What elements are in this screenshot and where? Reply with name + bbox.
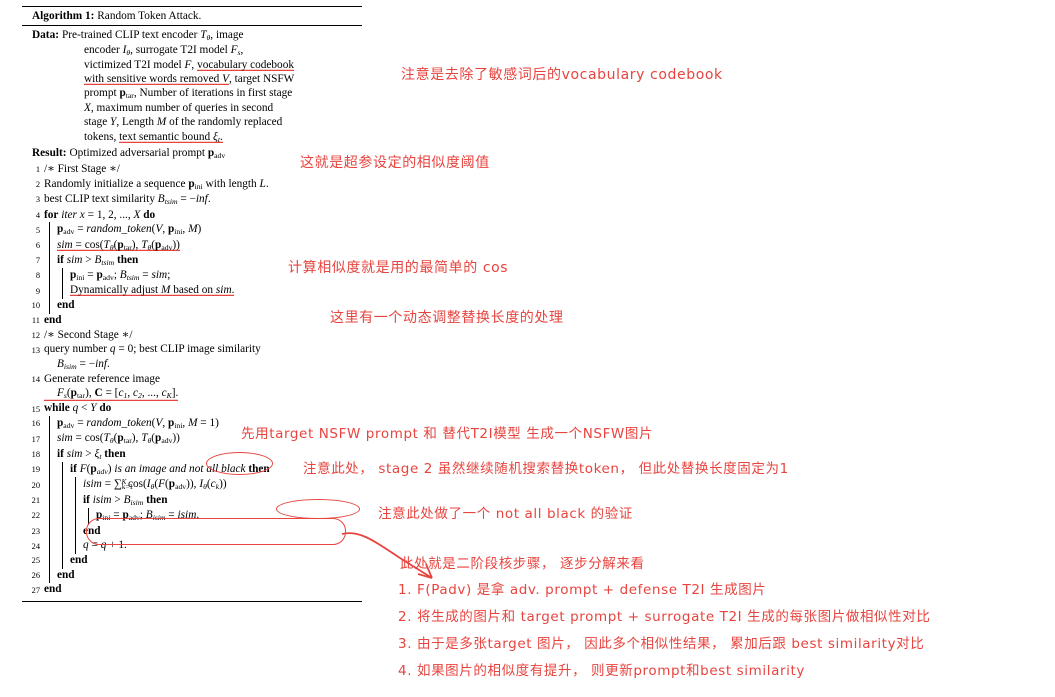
- algorithm-line-4: 4 for iter x = 1, 2, ..., X do: [22, 208, 362, 223]
- data-line-3: with sensitive words removed V, target N…: [84, 73, 295, 86]
- note-fixed-length-one: 注意此处， stage 2 虽然继续随机搜索替换token， 但此处替换长度固定…: [303, 461, 789, 477]
- algorithm-line-26: 26 end: [22, 567, 362, 584]
- line-number: 5: [35, 225, 40, 235]
- line-number: 10: [31, 301, 40, 311]
- line-number: 20: [31, 480, 40, 490]
- line-content: end: [44, 298, 362, 314]
- result-text: Optimized adversarial prompt padv: [69, 147, 226, 161]
- algorithm-line-12: 12 /∗ Second Stage ∗/: [22, 328, 362, 343]
- line-number: 12: [31, 330, 40, 340]
- note-similarity-threshold: 这就是超参设定的相似度阈值: [300, 155, 490, 171]
- line-content: end: [44, 583, 62, 596]
- line-number: 9: [35, 286, 40, 296]
- line-number: 2: [35, 180, 40, 190]
- line-number: 22: [31, 511, 40, 521]
- note-step-2: 2. 将生成的图片和 target prompt + surrogate T2I…: [398, 609, 931, 625]
- line-number: 1: [35, 165, 40, 175]
- data-label: Data:: [32, 29, 59, 42]
- data-line-0: Pre-trained CLIP text encoder Tθ, image: [61, 29, 244, 43]
- line-content: Generate reference image Fs(ptar), C = [c…: [44, 372, 179, 401]
- line-number: 23: [31, 526, 40, 536]
- line-number: 6: [35, 240, 40, 250]
- line-number: 3: [35, 195, 40, 205]
- line-content: Randomly initialize a sequence pini with…: [44, 177, 269, 192]
- algorithm-line-3: 3 best CLIP text similarity Btsim = −inf…: [22, 192, 362, 207]
- line-number: 26: [31, 570, 40, 580]
- arrow-to-steps: [341, 532, 433, 579]
- note-cosine-similarity: 计算相似度就是用的最简单的 cos: [288, 260, 509, 276]
- line-content: for iter x = 1, 2, ..., X do: [44, 208, 156, 221]
- line-content: end: [44, 552, 362, 569]
- algorithm-caption-label: Algorithm 1:: [32, 10, 95, 22]
- box-isim-formula: [86, 518, 346, 545]
- underline-text-semantic-bound: text semantic bound ξt.: [119, 130, 223, 144]
- data-line-2: victimized T2I model F, vocabulary codeb…: [84, 58, 294, 71]
- line-number: 16: [31, 419, 40, 429]
- line-number: 15: [31, 404, 40, 414]
- line-content: /∗ Second Stage ∗/: [44, 328, 133, 341]
- line-number: 25: [31, 556, 40, 566]
- line-number: 8: [35, 271, 40, 281]
- result-label: Result:: [32, 147, 67, 160]
- algorithm-line-10: 10 end: [22, 298, 362, 314]
- note-reference-image: 先用target NSFW prompt 和 替代T2I模型 生成一个NSFW图…: [241, 426, 654, 442]
- data-line-1: encoder Iθ, surrogate T2I model Fs,: [84, 44, 244, 58]
- line-number: 17: [31, 434, 40, 444]
- algorithm-line-11: 11 end: [22, 313, 362, 328]
- line-number: 4: [35, 210, 40, 220]
- circle-not-all-black: [276, 499, 360, 519]
- line-content: sim = cos(Tθ(ptar), Tθ(padv)): [44, 237, 362, 254]
- line-content: Dynamically adjust M based on sim.: [44, 283, 362, 300]
- algorithm-line-27: 27 end: [22, 582, 362, 597]
- algorithm-caption-text: Random Token Attack.: [97, 10, 202, 22]
- data-line-6: stage Y, Length M of the randomly replac…: [84, 116, 283, 129]
- line-number: 14: [31, 375, 40, 385]
- algorithm-line-6: 6 sim = cos(Tθ(ptar), Tθ(padv)): [22, 237, 362, 254]
- note-step-1: 1. F(Padv) 是拿 adv. prompt + defense T2I …: [398, 582, 767, 598]
- data-line-5: X, maximum number of queries in second: [84, 102, 274, 115]
- line-number: 24: [31, 541, 40, 551]
- algorithm-line-5: 5 padv = random_token(V, pini, M): [22, 222, 362, 239]
- line-content: query number q = 0; best CLIP image simi…: [44, 343, 261, 371]
- line-content: while q < Y do: [44, 402, 112, 415]
- algorithm-line-15: 15 while q < Y do: [22, 401, 362, 416]
- line-number: 27: [31, 585, 40, 595]
- algorithm-caption: Algorithm 1: Random Token Attack.: [22, 7, 362, 25]
- line-number: 7: [35, 256, 40, 266]
- algorithm-bottom-rule: [22, 601, 362, 603]
- algorithm-data-block: Data: Pre-trained CLIP text encoder Tθ, …: [22, 26, 362, 43]
- line-number: 11: [31, 316, 40, 326]
- underline-vocab-codebook-b: with sensitive words removed V: [84, 73, 229, 86]
- algorithm-line-9: 9 Dynamically adjust M based on sim.: [22, 283, 362, 300]
- underline-vocab-codebook-a: vocabulary codebook: [197, 58, 294, 71]
- data-line-4: prompt ptar, Number of iterations in fir…: [84, 87, 293, 101]
- line-content: end: [44, 313, 62, 326]
- line-number: 19: [31, 465, 40, 475]
- line-content: isim = ∑k=1K cos(Iθ(F(padv)), Iθ(ck)): [44, 477, 362, 494]
- note-vocabulary-codebook: 注意是去除了敏感词后的vocabulary codebook: [401, 67, 723, 83]
- note-not-all-black: 注意此处做了一个 not all black 的验证: [378, 506, 633, 522]
- note-step-3: 3. 由于是多张target 图片， 因此多个相似性结果， 累加后跟 best …: [398, 636, 925, 652]
- line-content: best CLIP text similarity Btsim = −inf.: [44, 193, 211, 207]
- algorithm-line-14: 14 Generate reference image Fs(ptar), C =…: [22, 372, 362, 402]
- algorithm-line-25: 25 end: [22, 552, 362, 569]
- line-number: 21: [31, 496, 40, 506]
- algorithm-line-2: 2 Randomly initialize a sequence pini wi…: [22, 177, 362, 192]
- line-content: padv = random_token(V, pini, M): [44, 222, 362, 239]
- algorithm-line-20: 20 isim = ∑k=1K cos(Iθ(F(padv)), Iθ(ck)): [22, 477, 362, 494]
- circle-m-equals-one: [206, 452, 273, 475]
- line-number: 18: [31, 450, 40, 460]
- note-dynamic-length: 这里有一个动态调整替换长度的处理: [330, 310, 564, 326]
- line-content: end: [44, 567, 362, 584]
- data-line-7: tokens, text semantic bound ξt.: [84, 130, 223, 144]
- note-step-4: 4. 如果图片的相似度有提升， 则更新prompt和best similarit…: [398, 663, 805, 679]
- line-number: 13: [31, 345, 40, 355]
- algorithm-line-13: 13 query number q = 0; best CLIP image s…: [22, 342, 362, 372]
